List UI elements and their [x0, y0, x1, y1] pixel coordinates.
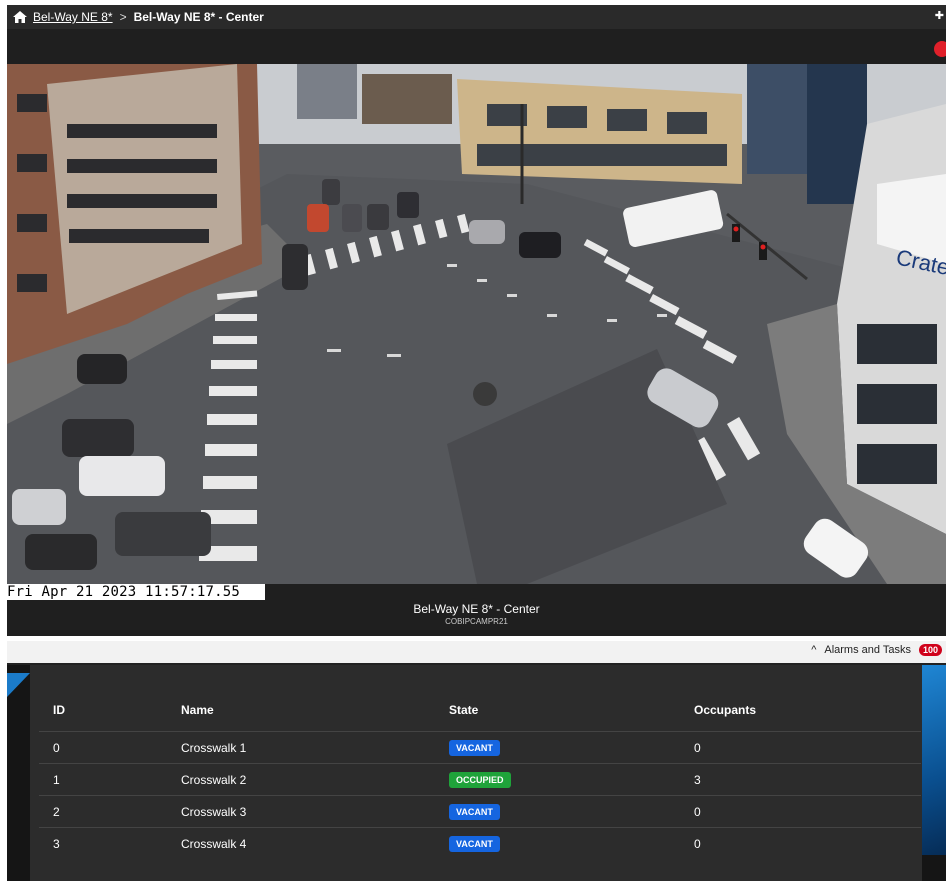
- camera-title: Bel-Way NE 8* - Center: [413, 602, 540, 616]
- alarms-count-badge: 100: [918, 644, 942, 656]
- camera-id: COBIPCAMPR21: [445, 617, 508, 626]
- table-row[interactable]: 2 Crosswalk 3 VACANT 0: [39, 795, 921, 828]
- status-badge: VACANT: [449, 835, 500, 852]
- breadcrumb-parent-link[interactable]: Bel-Way NE 8*: [33, 10, 113, 24]
- status-badge: VACANT: [449, 803, 500, 820]
- header-name[interactable]: Name: [181, 689, 449, 732]
- alarms-bar: ^ Alarms and Tasks 100: [7, 641, 946, 665]
- cell-state: VACANT: [449, 731, 694, 764]
- table-header-row: ID Name State Occupants: [39, 689, 921, 732]
- crosswalk-table: ID Name State Occupants 0 Crosswalk 1 VA…: [39, 689, 921, 859]
- cell-name: Crosswalk 4: [181, 827, 449, 859]
- cell-occupants: 0: [694, 731, 921, 764]
- occupancy-panel: ID Name State Occupants 0 Crosswalk 1 VA…: [7, 665, 946, 881]
- breadcrumb-bar: Bel-Way NE 8* > Bel-Way NE 8* - Center ✚: [7, 5, 946, 29]
- camera-video-feed[interactable]: Crate: [7, 64, 946, 584]
- timestamp-bar-fill: [265, 584, 946, 600]
- breadcrumb-separator: >: [119, 10, 127, 24]
- video-timestamp: Fri Apr 21 2023 11:57:17.55: [7, 584, 240, 600]
- breadcrumb-current: Bel-Way NE 8* - Center: [133, 10, 264, 24]
- right-accent: [922, 665, 946, 881]
- timestamp-bar: Fri Apr 21 2023 11:57:17.55: [7, 584, 946, 600]
- table-row[interactable]: 0 Crosswalk 1 VACANT 0: [39, 731, 921, 764]
- chevron-up-icon: ^: [811, 644, 817, 656]
- video-toolbar: [7, 29, 946, 64]
- left-accent: [7, 665, 30, 881]
- status-badge: VACANT: [449, 739, 500, 756]
- status-badge: OCCUPIED: [449, 771, 511, 788]
- cell-id: 1: [39, 763, 181, 796]
- cell-occupants: 0: [694, 795, 921, 828]
- alarms-toggle[interactable]: ^ Alarms and Tasks 100: [811, 644, 942, 656]
- cell-name: Crosswalk 1: [181, 731, 449, 764]
- header-state[interactable]: State: [449, 689, 694, 732]
- cell-state: VACANT: [449, 827, 694, 859]
- alarms-label: Alarms and Tasks: [824, 644, 911, 656]
- cell-state: VACANT: [449, 795, 694, 828]
- camera-caption: Bel-Way NE 8* - Center COBIPCAMPR21: [7, 600, 946, 636]
- table-row[interactable]: 1 Crosswalk 2 OCCUPIED 3: [39, 763, 921, 796]
- cell-occupants: 3: [694, 763, 921, 796]
- header-id[interactable]: ID: [39, 689, 181, 732]
- cell-name: Crosswalk 2: [181, 763, 449, 796]
- cell-occupants: 0: [694, 827, 921, 859]
- home-icon[interactable]: [13, 11, 27, 23]
- table-row[interactable]: 3 Crosswalk 4 VACANT 0: [39, 827, 921, 859]
- record-indicator-icon[interactable]: [934, 41, 946, 57]
- cell-id: 0: [39, 731, 181, 764]
- cell-id: 2: [39, 795, 181, 828]
- header-occupants[interactable]: Occupants: [694, 689, 921, 732]
- cell-id: 3: [39, 827, 181, 859]
- cell-name: Crosswalk 3: [181, 795, 449, 828]
- cell-state: OCCUPIED: [449, 763, 694, 796]
- pin-icon[interactable]: ✚: [935, 9, 944, 22]
